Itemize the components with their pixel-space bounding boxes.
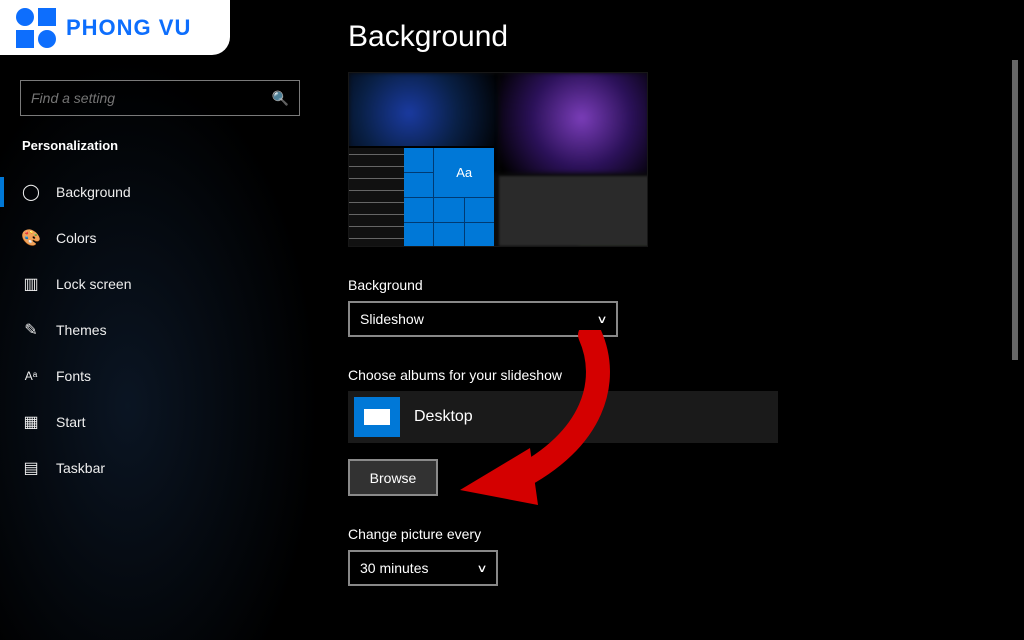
sidebar-item-label: Themes bbox=[56, 322, 107, 338]
sidebar-item-label: Taskbar bbox=[56, 460, 105, 476]
sidebar-item-fonts[interactable]: Aᵃ Fonts bbox=[0, 353, 320, 399]
brand-logo-text: PHONG VU bbox=[66, 15, 191, 41]
sidebar-section-label: Personalization bbox=[0, 134, 320, 169]
browse-button-label: Browse bbox=[370, 470, 417, 486]
folder-icon bbox=[354, 397, 400, 437]
sidebar-item-start[interactable]: ▦ Start bbox=[0, 399, 320, 445]
album-item-label: Desktop bbox=[414, 408, 473, 426]
background-dropdown-label: Background bbox=[348, 277, 1024, 293]
fonts-icon: Aᵃ bbox=[22, 369, 40, 383]
sidebar-item-background[interactable]: ◯ Background bbox=[0, 169, 320, 215]
album-item-desktop[interactable]: Desktop bbox=[348, 391, 778, 443]
search-icon: 🔍 bbox=[272, 90, 289, 107]
sidebar-item-label: Colors bbox=[56, 230, 96, 246]
palette-icon: 🎨 bbox=[22, 228, 40, 248]
sidebar-item-colors[interactable]: 🎨 Colors bbox=[0, 215, 320, 261]
settings-sidebar: 🔍 Personalization ◯ Background 🎨 Colors … bbox=[0, 55, 320, 640]
themes-icon: ✎ bbox=[22, 320, 40, 340]
settings-search[interactable]: 🔍 bbox=[20, 80, 300, 116]
interval-dropdown[interactable]: 30 minutes ∨ bbox=[348, 550, 498, 586]
page-title: Background bbox=[348, 20, 1024, 54]
chevron-down-icon: ∨ bbox=[596, 313, 607, 326]
background-dropdown[interactable]: Slideshow ∨ bbox=[348, 301, 618, 337]
sidebar-item-label: Fonts bbox=[56, 368, 91, 384]
albums-label: Choose albums for your slideshow bbox=[348, 367, 1024, 383]
search-input[interactable] bbox=[31, 90, 272, 106]
brand-logo: PHONG VU bbox=[0, 0, 230, 55]
picture-icon: ◯ bbox=[22, 182, 40, 202]
background-dropdown-value: Slideshow bbox=[360, 311, 424, 327]
sidebar-item-taskbar[interactable]: ▤ Taskbar bbox=[0, 445, 320, 491]
taskbar-icon: ▤ bbox=[22, 458, 40, 478]
lockscreen-icon: ▥ bbox=[22, 274, 40, 294]
settings-content: Background Aa Background Slideshow ∨ Cho… bbox=[320, 0, 1024, 640]
start-icon: ▦ bbox=[22, 412, 40, 432]
preview-tile-aa: Aa bbox=[434, 148, 494, 197]
sidebar-item-themes[interactable]: ✎ Themes bbox=[0, 307, 320, 353]
interval-label: Change picture every bbox=[348, 526, 1024, 542]
background-preview: Aa bbox=[348, 72, 648, 247]
interval-dropdown-value: 30 minutes bbox=[360, 560, 428, 576]
brand-logo-mark bbox=[16, 8, 56, 48]
browse-button[interactable]: Browse bbox=[348, 459, 438, 496]
sidebar-item-lockscreen[interactable]: ▥ Lock screen bbox=[0, 261, 320, 307]
sidebar-item-label: Lock screen bbox=[56, 276, 131, 292]
sidebar-item-label: Background bbox=[56, 184, 131, 200]
scrollbar[interactable] bbox=[1012, 60, 1018, 360]
chevron-down-icon: ∨ bbox=[476, 562, 487, 575]
sidebar-item-label: Start bbox=[56, 414, 86, 430]
